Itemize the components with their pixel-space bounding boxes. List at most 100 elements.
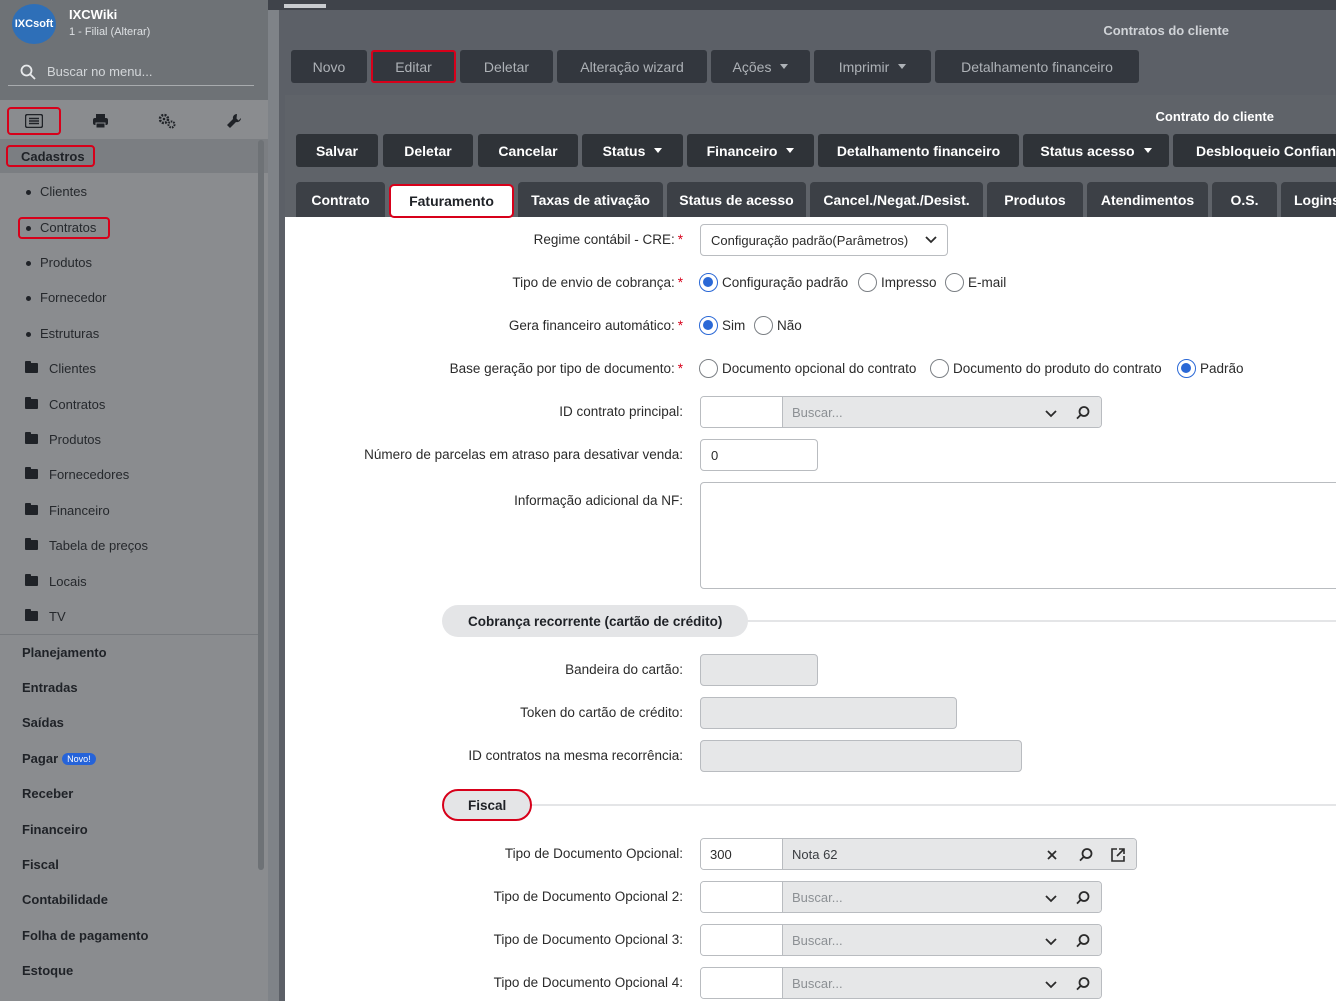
radio-doc-opcional-contrato[interactable]: Documento opcional do contrato [699, 359, 916, 378]
radio-impresso[interactable]: Impresso [858, 273, 937, 292]
open-external-icon[interactable] [1110, 847, 1126, 863]
chevron-down-icon[interactable] [1043, 976, 1059, 992]
tab-status-acesso[interactable]: Status de acesso [667, 182, 806, 217]
sidebar-item-estruturas[interactable]: Estruturas [0, 325, 268, 343]
tab-logins[interactable]: Logins [1281, 182, 1336, 217]
tab-faturamento[interactable]: Faturamento [389, 184, 514, 218]
doc4-label: Tipo de Documento Opcional 4: [493, 975, 683, 990]
chevron-down-icon[interactable] [1043, 405, 1059, 421]
lookup-code-input[interactable] [701, 925, 783, 955]
sidebar-folder-financeiro[interactable]: Financeiro [0, 502, 268, 520]
trust-unlock-button[interactable]: Desbloqueio Confiança [1173, 134, 1336, 167]
search-icon[interactable] [1078, 847, 1094, 863]
chevron-down-icon[interactable] [1043, 890, 1059, 906]
lookup-search[interactable]: Buscar... [783, 925, 1101, 955]
radio-nao[interactable]: Não [754, 316, 802, 335]
edit-button[interactable]: Editar [371, 50, 456, 83]
num-parcelas-input[interactable]: 0 [700, 439, 818, 471]
cancel-button[interactable]: Cancelar [478, 134, 578, 167]
wizard-button[interactable]: Alteração wizard [557, 50, 707, 83]
sidebar-section-folha[interactable]: Folha de pagamento [22, 928, 290, 943]
print-dropdown[interactable]: Imprimir [814, 50, 931, 83]
sidebar-scrollbar[interactable] [258, 140, 264, 870]
sidebar-header: IXCsoft IXCWiki 1 - Filial (Alterar) Bus… [0, 0, 268, 100]
sidebar-section-cadastros[interactable]: Cadastros [0, 139, 268, 173]
tab-atendimentos[interactable]: Atendimentos [1087, 182, 1208, 217]
sidebar-section-fiscal[interactable]: Fiscal [22, 857, 290, 872]
id-contrato-principal-lookup[interactable]: Buscar... [700, 396, 1102, 428]
financeiro-dropdown[interactable]: Financeiro [687, 134, 814, 167]
status-dropdown[interactable]: Status [582, 134, 683, 167]
tab-os[interactable]: O.S. [1212, 182, 1277, 217]
lookup-search[interactable]: Buscar... [783, 968, 1101, 998]
sidebar-section-pagar[interactable]: Pagar Novo! [22, 751, 290, 766]
search-icon[interactable] [1075, 890, 1091, 906]
doc3-label: Tipo de Documento Opcional 3: [493, 932, 683, 947]
search-icon[interactable] [1075, 933, 1091, 949]
sidebar-section-financeiro[interactable]: Financeiro [22, 822, 290, 837]
tab-cancel-negat-desist[interactable]: Cancel./Negat./Desist. [810, 182, 983, 217]
lookup-code-input[interactable]: 300 [701, 839, 783, 869]
new-button[interactable]: Novo [291, 50, 367, 83]
menu-list-button[interactable] [7, 107, 61, 135]
radio-doc-produto-contrato[interactable]: Documento do produto do contrato [930, 359, 1162, 378]
tools-menu-button[interactable] [208, 107, 260, 135]
sidebar-item-fornecedor[interactable]: Fornecedor [0, 289, 268, 307]
status-acesso-dropdown[interactable]: Status acesso [1023, 134, 1169, 167]
radio-config-padrao[interactable]: Configuração padrão [699, 273, 848, 292]
sidebar-folder-tv[interactable]: TV [0, 608, 268, 626]
lookup-code-input[interactable] [701, 968, 783, 998]
lookup-search[interactable]: Buscar... [783, 882, 1101, 912]
delete-button[interactable]: Deletar [383, 134, 473, 167]
radio-email[interactable]: E-mail [945, 273, 1006, 292]
radio-sim[interactable]: Sim [699, 316, 745, 335]
folder-icon [25, 538, 38, 550]
search-icon[interactable] [1075, 405, 1091, 421]
caret-down-icon [1143, 148, 1152, 153]
sidebar-folder-produtos[interactable]: Produtos [0, 431, 268, 449]
sidebar-section-entradas[interactable]: Entradas [22, 680, 290, 695]
search-icon[interactable] [1075, 976, 1091, 992]
info-nf-label: Informação adicional da NF: [514, 493, 683, 508]
branch-switcher[interactable]: 1 - Filial (Alterar) [69, 26, 150, 38]
financial-detail-button[interactable]: Detalhamento financeiro [935, 50, 1139, 83]
sidebar-section-planejamento[interactable]: Planejamento [22, 645, 290, 660]
info-nf-textarea[interactable] [700, 482, 1336, 589]
tab-taxas-ativacao[interactable]: Taxas de ativação [518, 182, 663, 217]
sidebar-item-clientes[interactable]: Clientes [0, 183, 268, 201]
doc2-lookup[interactable]: Buscar... [700, 881, 1102, 913]
settings-menu-button[interactable] [141, 107, 193, 135]
financial-detail-button[interactable]: Detalhamento financeiro [818, 134, 1019, 167]
tipo-envio-label: Tipo de envio de cobrança: * [512, 275, 683, 290]
clear-icon[interactable] [1044, 847, 1060, 863]
sidebar-section-receber[interactable]: Receber [22, 786, 290, 801]
sidebar-item-produtos[interactable]: Produtos [0, 254, 268, 272]
chevron-down-icon[interactable] [1043, 933, 1059, 949]
lookup-code-input[interactable] [701, 397, 783, 427]
doc4-lookup[interactable]: Buscar... [700, 967, 1102, 999]
radio-padrao[interactable]: Padrão [1177, 359, 1244, 378]
sidebar-folder-tabela-precos[interactable]: Tabela de preços [0, 537, 268, 555]
delete-button[interactable]: Deletar [460, 50, 553, 83]
sidebar-item-contratos[interactable]: Contratos [0, 217, 268, 239]
print-menu-button[interactable] [74, 107, 126, 135]
lookup-code-input[interactable] [701, 882, 783, 912]
sidebar-folder-contratos[interactable]: Contratos [0, 396, 268, 414]
doc3-lookup[interactable]: Buscar... [700, 924, 1102, 956]
actions-dropdown[interactable]: Ações [711, 50, 810, 83]
sidebar-section-contabilidade[interactable]: Contabilidade [22, 892, 290, 907]
regime-select[interactable]: Configuração padrão(Parâmetros) [700, 224, 948, 256]
sidebar-folder-fornecedores[interactable]: Fornecedores [0, 466, 268, 484]
doc1-lookup[interactable]: 300 Nota 62 [700, 838, 1137, 870]
tab-produtos[interactable]: Produtos [987, 182, 1083, 217]
save-button[interactable]: Salvar [296, 134, 378, 167]
sidebar-section-estoque[interactable]: Estoque [22, 963, 290, 978]
lookup-search[interactable]: Buscar... [783, 397, 1101, 427]
company-logo[interactable]: IXCsoft [12, 4, 56, 44]
sidebar-section-saidas[interactable]: Saídas [22, 715, 290, 730]
recurring-billing-section: Cobrança recorrente (cartão de crédito) [442, 605, 749, 637]
sidebar-folder-clientes[interactable]: Clientes [0, 360, 268, 378]
menu-search[interactable]: Buscar no menu... [8, 58, 254, 86]
sidebar-folder-locais[interactable]: Locais [0, 573, 268, 591]
tab-contrato[interactable]: Contrato [296, 182, 385, 217]
